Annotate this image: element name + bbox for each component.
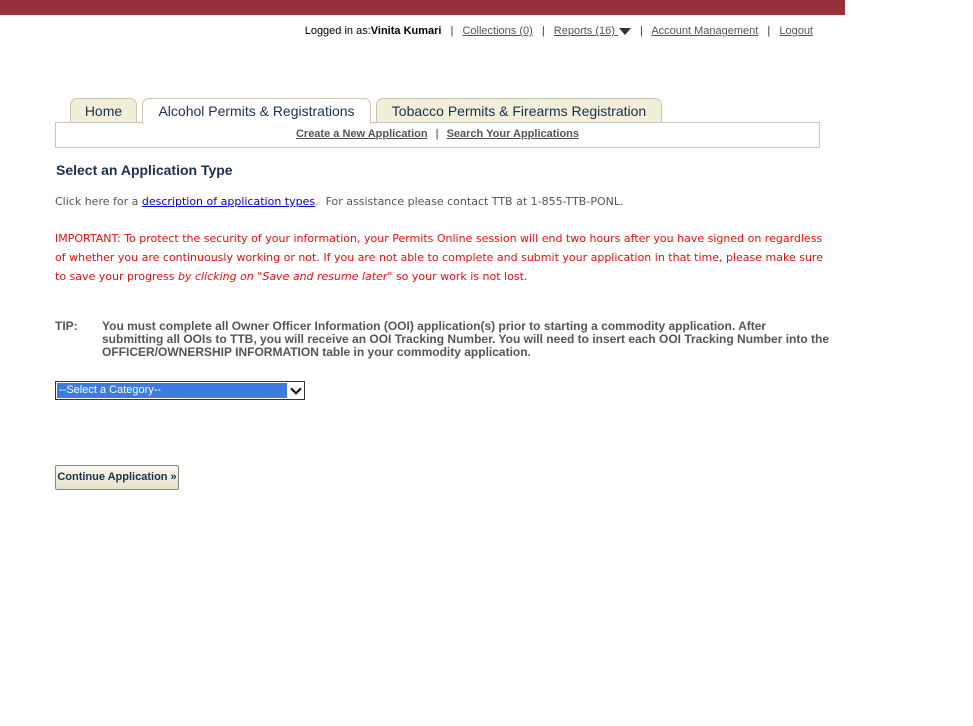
search-applications-link[interactable]: Search Your Applications <box>447 128 579 140</box>
category-select-value: --Select a Category-- <box>57 383 287 398</box>
logged-in-label: Logged in as: <box>304 25 371 37</box>
account-management-link[interactable]: Account Management <box>651 25 758 37</box>
continue-application-button[interactable]: Continue Application » <box>55 465 179 490</box>
tab-alcohol-permits[interactable]: Alcohol Permits & Registrations <box>142 98 371 124</box>
caret-down-icon[interactable] <box>618 27 631 35</box>
tip-text: You must complete all Owner Officer Info… <box>102 319 830 359</box>
logout-link[interactable]: Logout <box>779 25 813 37</box>
tab-tobacco-permits[interactable]: Tobacco Permits & Firearms Registration <box>376 98 662 122</box>
description-text: Click here for a description of applicat… <box>55 195 623 208</box>
important-notice: IMPORTANT: To protect the security of yo… <box>55 229 825 286</box>
user-name: Vinita Kumari <box>370 25 442 37</box>
reports-link-label: Reports (16) <box>553 25 615 37</box>
category-select[interactable]: --Select a Category-- <box>55 381 305 400</box>
create-application-link[interactable]: Create a New Application <box>296 128 428 140</box>
separator: | <box>450 25 454 37</box>
sub-navigation: Create a New Application | Search Your A… <box>55 122 820 148</box>
tip-label: TIP: <box>55 319 78 333</box>
reports-link[interactable]: Reports (16) <box>554 25 631 37</box>
user-bar: Logged in as:Vinita Kumari | Collections… <box>0 25 813 37</box>
tip-notice: TIP: You must complete all Owner Officer… <box>55 320 830 359</box>
separator: | <box>541 25 545 37</box>
chevron-down-icon[interactable] <box>288 382 303 398</box>
important-tail: so your work is not lost. <box>392 270 528 283</box>
collections-link[interactable]: Collections (0) <box>462 25 532 37</box>
application-types-link[interactable]: description of application types <box>142 195 315 208</box>
description-suffix: . For assistance please contact TTB at 1… <box>315 195 624 208</box>
tab-home[interactable]: Home <box>70 98 137 122</box>
page-title: Select an Application Type <box>56 162 233 178</box>
separator: | <box>435 128 439 140</box>
important-italic: by clicking on "Save and resume later" <box>178 270 393 283</box>
separator: | <box>640 25 643 37</box>
description-prefix: Click here for a <box>55 195 139 208</box>
top-banner <box>0 0 845 15</box>
separator: | <box>767 25 771 37</box>
